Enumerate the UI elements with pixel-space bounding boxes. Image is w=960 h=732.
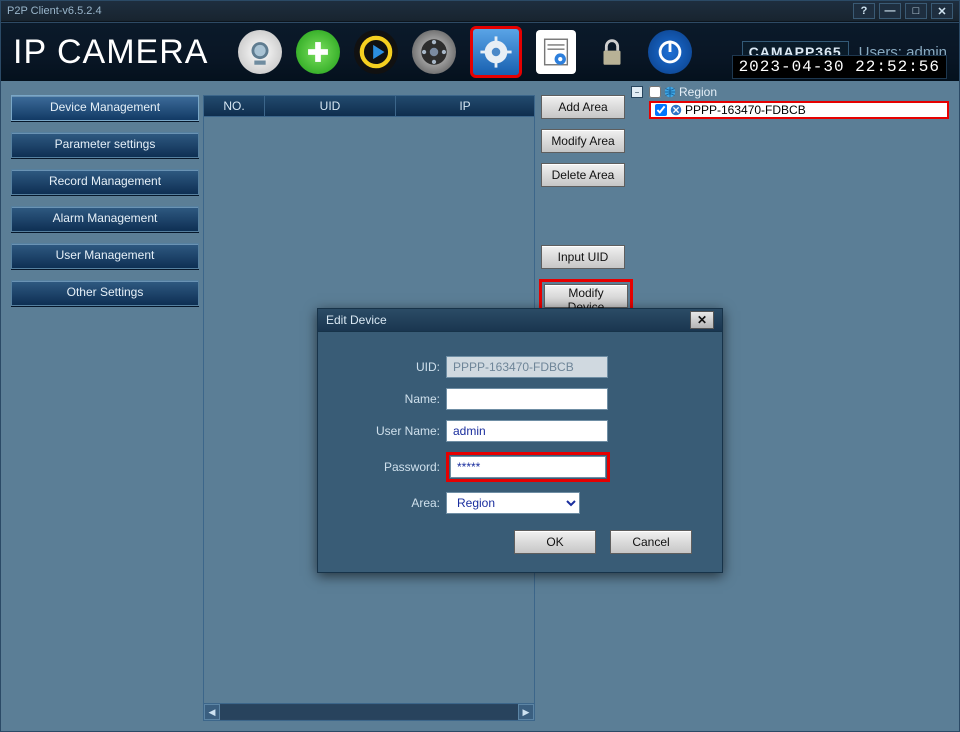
brand-label: IP CAMERA — [13, 33, 208, 72]
tree-root-label: Region — [679, 85, 717, 99]
minimize-button[interactable]: — — [879, 3, 901, 19]
area-select[interactable]: Region — [446, 492, 580, 514]
horizontal-scrollbar[interactable]: ◀ ▶ — [203, 704, 535, 721]
tree-device-label: PPPP-163470-FDBCB — [685, 103, 806, 117]
titlebar: P2P Client-v6.5.2.4 ? — □ ✕ — [1, 1, 959, 22]
user-name-label: User Name: — [348, 424, 440, 438]
help-button[interactable]: ? — [853, 3, 875, 19]
password-label: Password: — [348, 460, 440, 474]
col-uid[interactable]: UID — [265, 96, 396, 116]
sidebar-item-parameter-settings[interactable]: Parameter settings — [11, 132, 199, 158]
input-uid-button[interactable]: Input UID — [541, 245, 625, 269]
user-name-input[interactable] — [446, 420, 608, 442]
sidebar-item-record-management[interactable]: Record Management — [11, 169, 199, 195]
power-icon[interactable] — [648, 30, 692, 74]
tree-root-checkbox[interactable] — [649, 86, 661, 98]
scroll-right-icon[interactable]: ▶ — [518, 704, 534, 720]
dialog-body: UID: Name: User Name: Password: Area: — [318, 332, 722, 572]
name-input[interactable] — [446, 388, 608, 410]
action-gap — [539, 197, 627, 245]
modify-device-button[interactable]: Modify Device — [544, 284, 628, 308]
camera-icon[interactable] — [238, 30, 282, 74]
close-button[interactable]: ✕ — [931, 3, 953, 19]
sidebar-item-alarm-management[interactable]: Alarm Management — [11, 206, 199, 232]
sidebar-item-other-settings[interactable]: Other Settings — [11, 280, 199, 306]
uid-input — [446, 356, 608, 378]
toolbar-icons — [238, 26, 692, 78]
dialog-actions: OK Cancel — [348, 530, 692, 554]
lock-icon[interactable] — [590, 30, 634, 74]
app-window: P2P Client-v6.5.2.4 ? — □ ✕ IP CAMERA — [0, 0, 960, 732]
scroll-track[interactable] — [220, 705, 518, 719]
clock: 2023-04-30 22:52:56 — [732, 55, 947, 79]
dialog-titlebar[interactable]: Edit Device ✕ — [318, 309, 722, 332]
name-label: Name: — [348, 392, 440, 406]
region-tree: − Region PPPP-163470-FDBCB — [631, 85, 949, 119]
sidebar-item-device-management[interactable]: Device Management — [11, 95, 199, 121]
col-no[interactable]: NO. — [204, 96, 265, 116]
area-label: Area: — [348, 496, 440, 510]
add-area-button[interactable]: Add Area — [541, 95, 625, 119]
settings-icon[interactable] — [470, 26, 522, 78]
col-ip[interactable]: IP — [396, 96, 534, 116]
dialog-title: Edit Device — [326, 313, 387, 327]
main-toolbar: IP CAMERA — [1, 22, 959, 82]
delete-area-button[interactable]: Delete Area — [541, 163, 625, 187]
log-icon[interactable] — [536, 30, 576, 74]
password-input[interactable] — [450, 456, 606, 478]
action-column: Add Area Modify Area Delete Area Input U… — [539, 95, 627, 316]
window-title: P2P Client-v6.5.2.4 — [7, 5, 102, 17]
tree-collapse-icon[interactable]: − — [631, 86, 643, 98]
password-highlight — [446, 452, 610, 482]
record-icon[interactable] — [412, 30, 456, 74]
play-icon[interactable] — [354, 30, 398, 74]
tree-device-row[interactable]: PPPP-163470-FDBCB — [649, 101, 949, 119]
cancel-button[interactable]: Cancel — [610, 530, 692, 554]
tree-device-checkbox[interactable] — [655, 104, 667, 116]
add-icon[interactable] — [296, 30, 340, 74]
scroll-left-icon[interactable]: ◀ — [204, 704, 220, 720]
ok-button[interactable]: OK — [514, 530, 596, 554]
sidebar: Device Management Parameter settings Rec… — [11, 95, 197, 317]
tree-root[interactable]: − Region — [631, 85, 949, 99]
list-header: NO. UID IP — [203, 95, 535, 117]
uid-label: UID: — [348, 360, 440, 374]
dialog-close-button[interactable]: ✕ — [690, 311, 714, 329]
modify-area-button[interactable]: Modify Area — [541, 129, 625, 153]
device-icon — [669, 103, 683, 117]
maximize-button[interactable]: □ — [905, 3, 927, 19]
edit-device-dialog: Edit Device ✕ UID: Name: User Name: Pass… — [317, 308, 723, 573]
globe-icon — [663, 85, 677, 99]
sidebar-item-user-management[interactable]: User Management — [11, 243, 199, 269]
